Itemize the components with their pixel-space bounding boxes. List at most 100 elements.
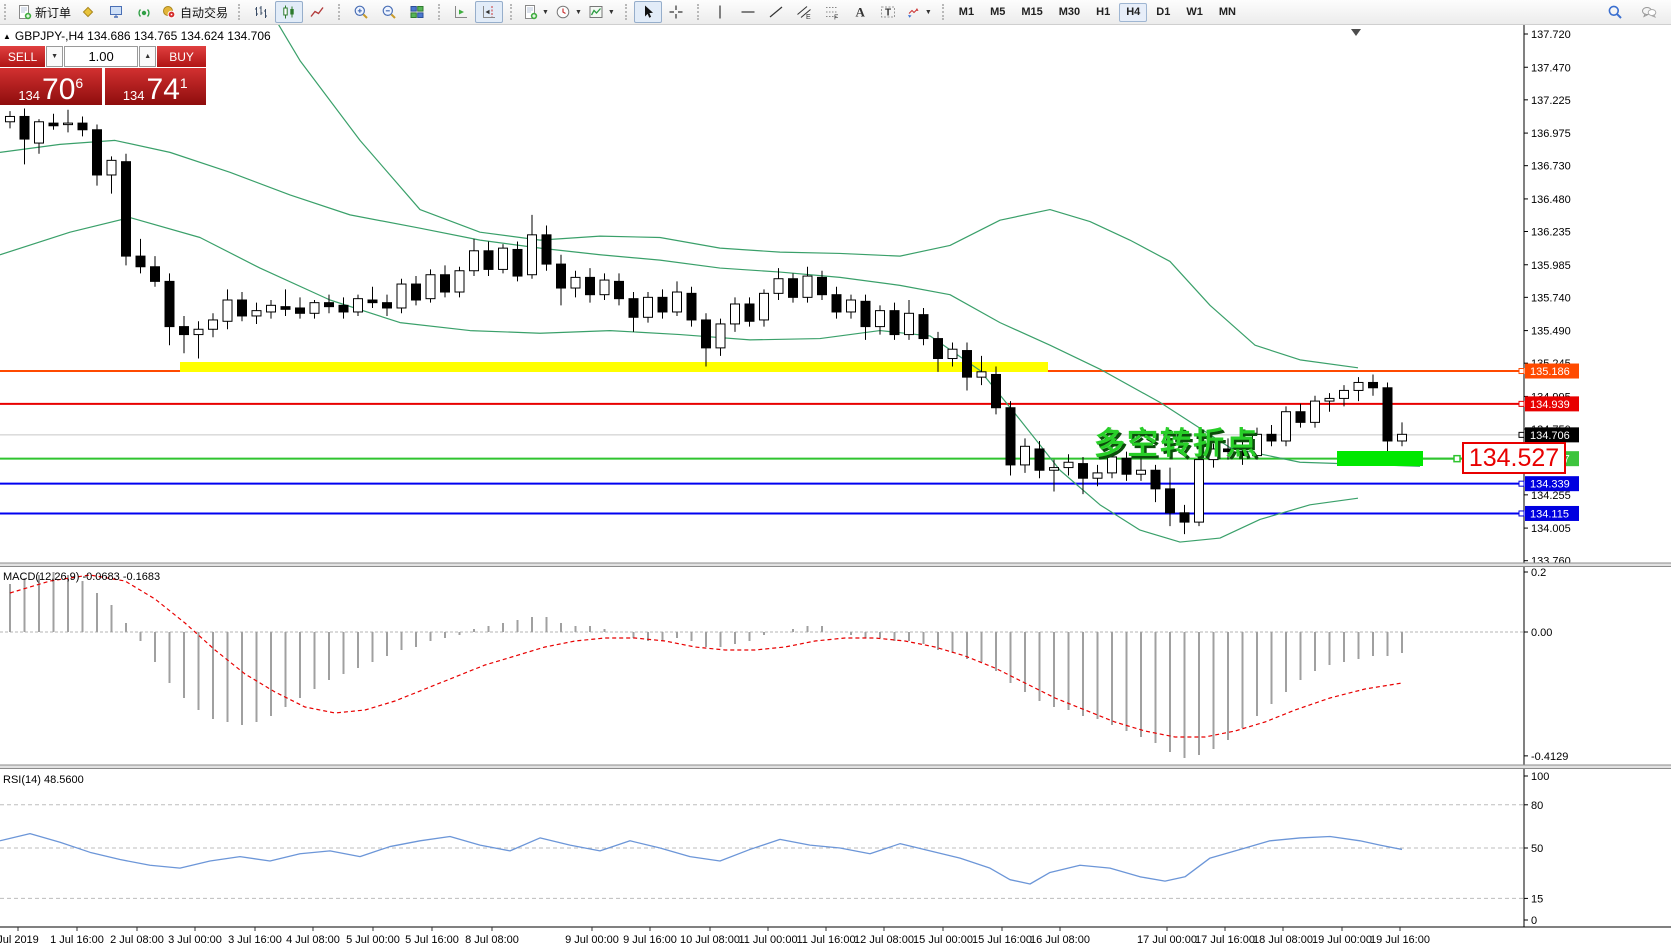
timeframe-m15[interactable]: M15 (1014, 3, 1049, 22)
timeframe-m30[interactable]: M30 (1052, 3, 1087, 22)
timeframe-mn[interactable]: MN (1212, 3, 1243, 22)
toolbar-grip[interactable] (438, 4, 443, 20)
candle-body (266, 304, 276, 313)
candle-body (1020, 445, 1030, 466)
symbol-info-bar: ▲ GBPJPY-,H4 134.686 134.765 134.624 134… (3, 29, 271, 43)
one-click-trading-panel: SELL ▼ ▲ BUY 134 70 6 134 74 1 (0, 46, 206, 105)
signal-button[interactable] (130, 1, 158, 23)
power-icon (163, 6, 176, 19)
candle-body (208, 319, 218, 330)
new-objects-group: ▼ ▼ ▼ (506, 0, 621, 24)
svg-text:T: T (885, 8, 891, 19)
timeframe-w1[interactable]: W1 (1179, 3, 1210, 22)
time-tick-label: 1 Jul 16:00 (50, 934, 104, 946)
candle-body (353, 298, 363, 313)
time-tick-label: 19 Jul 16:00 (1370, 934, 1430, 946)
new-order-button[interactable]: 新订单 (13, 1, 74, 23)
channel-button[interactable]: E (790, 1, 818, 23)
chart-canvas[interactable]: 137.720 137.470 137.225 136.975 136.730 136.4… (0, 0, 1671, 949)
arrows-button[interactable]: ▼ (902, 1, 935, 23)
text-label-button[interactable]: T (874, 1, 902, 23)
price-tick-label: 134.255 (1531, 490, 1571, 502)
fibonacci-button[interactable]: F (818, 1, 846, 23)
level-anchor-handle[interactable] (1518, 368, 1525, 375)
level-anchor-handle[interactable] (1518, 480, 1525, 487)
auto-scroll-button[interactable] (447, 1, 475, 23)
bar-chart-button[interactable] (247, 1, 275, 23)
crosshair-button[interactable] (662, 1, 690, 23)
yellow-highlight-band[interactable] (180, 362, 1048, 372)
timeframe-d1[interactable]: D1 (1149, 3, 1177, 22)
level-anchor-handle[interactable] (1518, 510, 1525, 517)
candle-body (512, 248, 523, 277)
callout-anchor-handle[interactable] (1453, 454, 1461, 463)
candle-body (1397, 433, 1407, 442)
timeframe-h4[interactable]: H4 (1119, 2, 1148, 22)
market-watch-button[interactable] (102, 1, 130, 23)
new-chart-button[interactable]: ▼ (519, 1, 552, 23)
profiles-button[interactable] (74, 1, 102, 23)
text-button[interactable]: A (846, 1, 874, 23)
rsi-pane-label: RSI(14) 48.5600 (3, 774, 84, 786)
chart-shift-marker-icon[interactable] (1351, 29, 1361, 36)
buy-button[interactable]: BUY (157, 46, 206, 67)
toolbar-grip[interactable] (510, 4, 515, 20)
price-tick-label: 135.740 (1531, 292, 1571, 304)
search-button[interactable] (1601, 1, 1629, 23)
timeframe-h1[interactable]: H1 (1089, 3, 1117, 22)
toolbar-grip[interactable] (696, 4, 702, 20)
green-highlight-box[interactable] (1337, 451, 1423, 466)
buy-price[interactable]: 134 74 1 (104, 68, 206, 105)
volume-input[interactable] (64, 46, 139, 67)
chevron-down-icon: ▼ (924, 8, 932, 16)
tile-windows-button[interactable] (403, 1, 431, 23)
vertical-line-button[interactable] (706, 1, 734, 23)
time-tick-label: 3 Jul 00:00 (168, 934, 222, 946)
periods-button[interactable]: ▼ (552, 1, 585, 23)
community-button[interactable] (1635, 1, 1663, 23)
trade-buttons-row: SELL ▼ ▲ BUY (0, 46, 206, 67)
price-callout-box[interactable]: 134.527 (1462, 442, 1566, 474)
level-anchor-handle[interactable] (1518, 431, 1525, 438)
zoom-in-button[interactable] (347, 1, 375, 23)
volume-decrease-button[interactable]: ▼ (46, 46, 64, 67)
autotrading-button[interactable]: 自动交易 (158, 1, 231, 23)
cursor-button[interactable] (633, 1, 662, 23)
line-chart-button[interactable] (303, 1, 331, 23)
candlestick-chart-button[interactable] (275, 1, 304, 23)
candle-body (599, 279, 610, 296)
mt4-window: 137.720 137.470 137.225 136.975 136.730 136.4… (0, 0, 1671, 949)
toolbar-grip[interactable] (238, 4, 243, 20)
templates-button[interactable]: ▼ (585, 1, 618, 23)
candle-body (1049, 467, 1059, 471)
timeframe-m5[interactable]: M5 (983, 3, 1012, 22)
toolbar-grip[interactable] (624, 4, 630, 20)
chart-shift-button[interactable] (475, 1, 504, 23)
toolbar-grip[interactable] (338, 4, 343, 20)
sell-price[interactable]: 134 70 6 (0, 68, 102, 105)
candles-icon (283, 5, 294, 19)
level-anchor-handle[interactable] (1518, 400, 1525, 407)
tiles-icon (410, 6, 424, 18)
horizontal-line-button[interactable] (734, 1, 762, 23)
svg-text:E: E (806, 14, 811, 20)
macd-rsi-separator[interactable] (0, 765, 1671, 769)
zoom-out-button[interactable] (375, 1, 403, 23)
price-tick-label: 137.720 (1531, 29, 1571, 41)
timeframe-m1[interactable]: M1 (952, 3, 981, 22)
search-icon (1608, 5, 1622, 19)
template-icon (589, 6, 603, 18)
toolbar-grip[interactable] (941, 4, 947, 20)
zoom-out-icon (382, 5, 396, 19)
toolbar-grip[interactable] (4, 4, 9, 20)
candle-body (237, 299, 247, 317)
main-macd-separator[interactable] (0, 563, 1671, 567)
candle-body (222, 299, 233, 322)
collapse-arrow-icon[interactable]: ▲ (3, 32, 11, 41)
svg-text:F: F (834, 15, 838, 21)
candle-body (338, 304, 349, 313)
sell-button[interactable]: SELL (0, 46, 46, 67)
trendline-button[interactable] (762, 1, 790, 23)
volume-increase-button[interactable]: ▲ (139, 46, 157, 67)
candle-body (556, 263, 566, 289)
